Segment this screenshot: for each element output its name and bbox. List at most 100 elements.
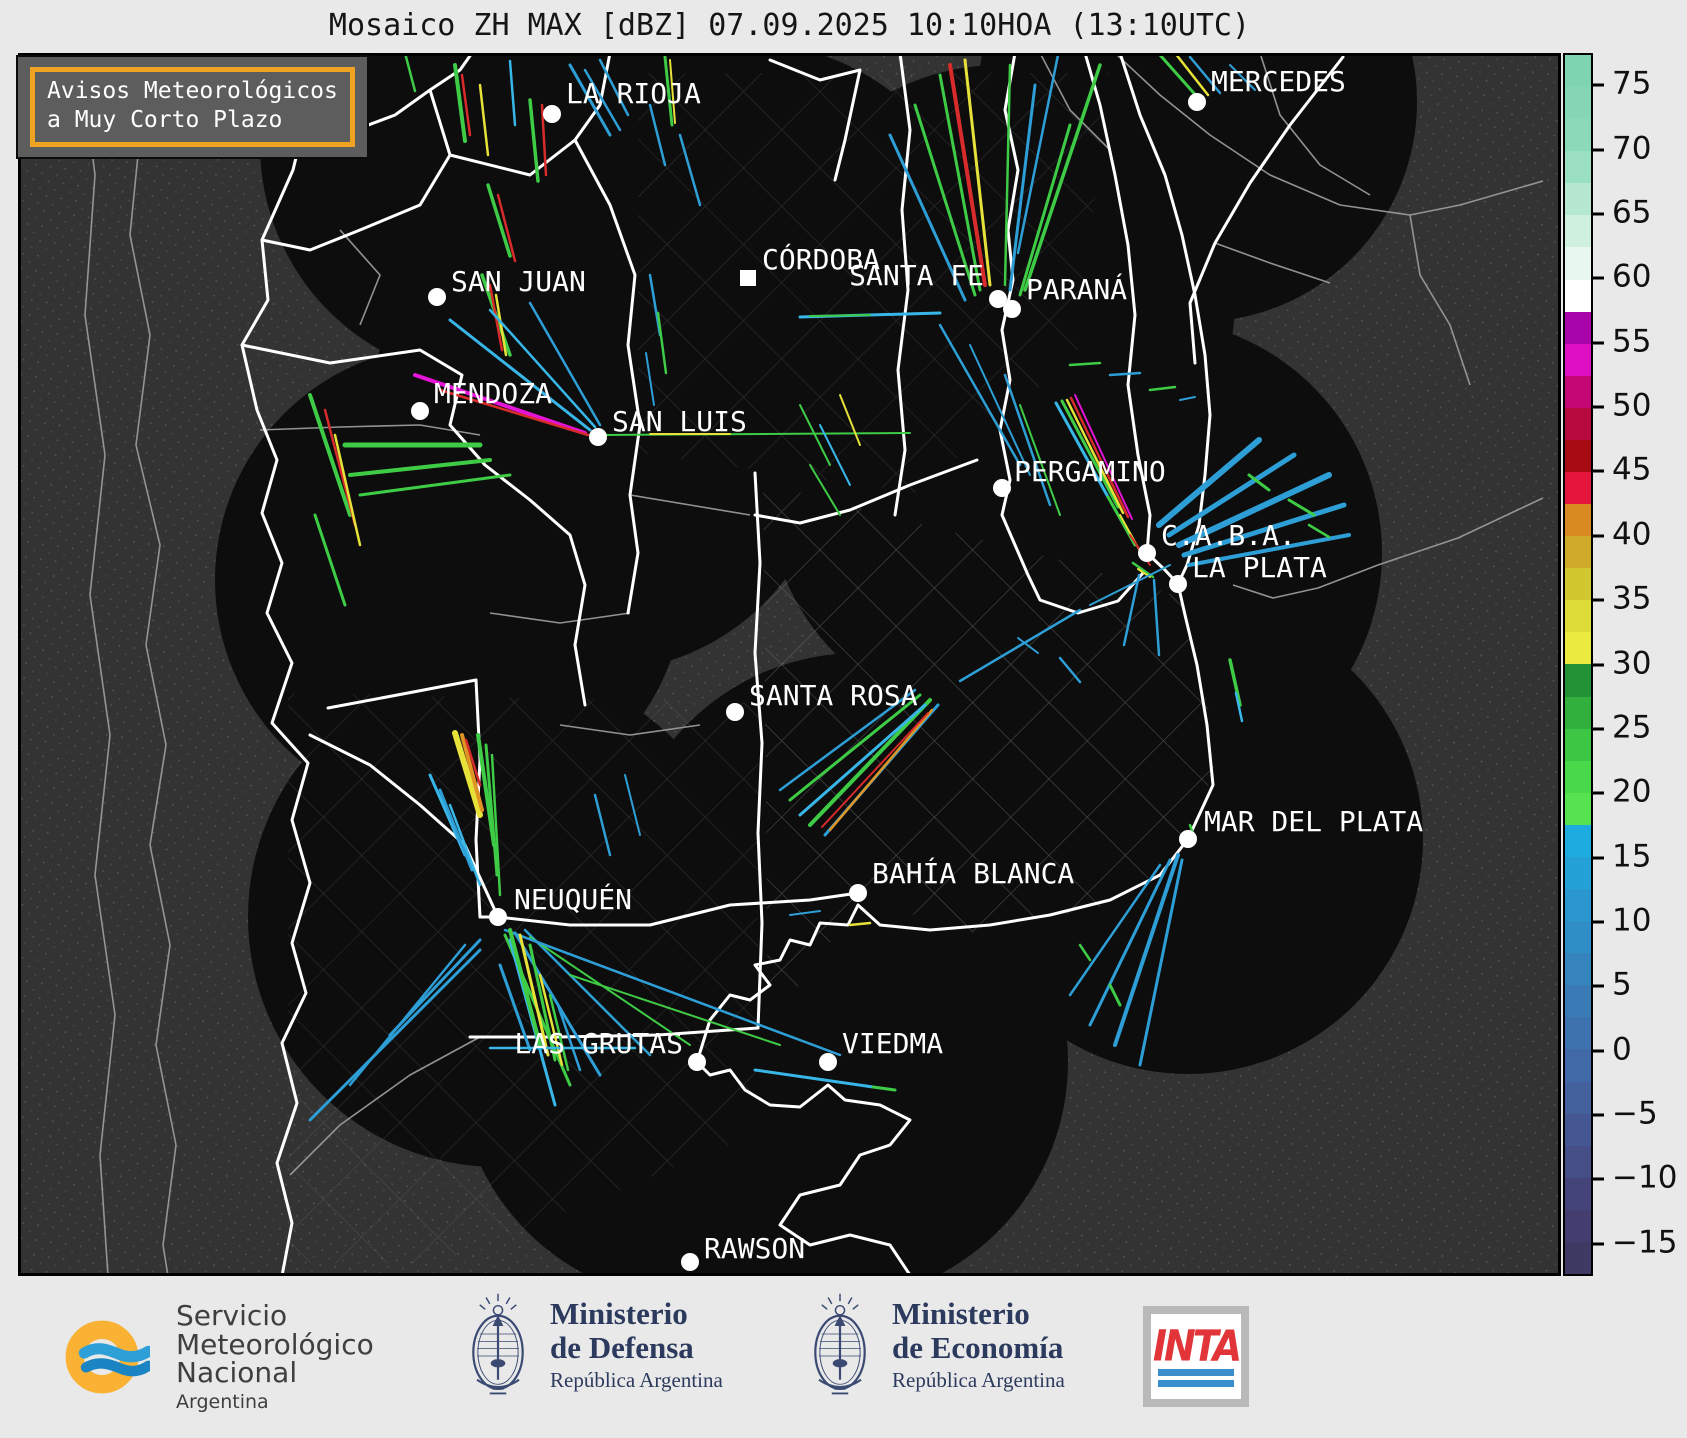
colorbar-segment — [1565, 536, 1591, 568]
tick-mark — [1593, 792, 1604, 795]
tick-mark — [1593, 727, 1604, 730]
colorbar-tick-label: 15 — [1612, 838, 1651, 874]
radar-product-page: Mosaico ZH MAX [dBZ] 07.09.2025 10:10HOA… — [0, 0, 1687, 1438]
colorbar-segment — [1565, 408, 1591, 440]
colorbar-tick-label: 75 — [1612, 66, 1651, 102]
colorbar-ticks: 757065605550454035302520151050−5−10−15 — [1593, 53, 1687, 1276]
city-marker — [411, 402, 429, 420]
colorbar-segment — [1565, 568, 1591, 600]
colorbar-segment — [1565, 119, 1591, 151]
city-label: PARANÁ — [1026, 272, 1127, 306]
colorbar-segment — [1565, 761, 1591, 793]
city-label: LAS GRUTAS — [514, 1027, 683, 1060]
wave-icon — [86, 1364, 148, 1372]
colorbar-segment — [1565, 1178, 1591, 1210]
defensa-wordmark: Ministerio de Defensa República Argentin… — [550, 1297, 723, 1392]
colorbar-segment — [1565, 953, 1591, 985]
city-label: VIEDMA — [842, 1027, 943, 1060]
map-canvas: LA RIOJAMERCEDESSAN JUANCÓRDOBASANTA FEP… — [18, 53, 1561, 1276]
inta-logo: INTA — [1143, 1306, 1249, 1407]
tick-mark — [1593, 277, 1604, 280]
city-marker — [1179, 830, 1197, 848]
city-label: LA RIOJA — [566, 77, 701, 110]
colorbar-segment — [1565, 280, 1591, 312]
economia-line1: Ministerio — [892, 1297, 1065, 1330]
colorbar-segment — [1565, 1049, 1591, 1081]
tick-mark — [1593, 470, 1604, 473]
colorbar-tick-label: 35 — [1612, 581, 1651, 617]
colorbar-tick-label: 20 — [1612, 774, 1651, 810]
colorbar-tick-label: 30 — [1612, 645, 1651, 681]
tick-mark — [1593, 148, 1604, 151]
city-marker — [428, 288, 446, 306]
colorbar-segment — [1565, 600, 1591, 632]
colorbar-tick-label: −10 — [1612, 1160, 1677, 1196]
colorbar-tick-label: −15 — [1612, 1224, 1677, 1260]
colorbar-segments — [1565, 55, 1591, 1274]
coat-of-arms-icon — [808, 1288, 872, 1402]
colorbar-segment — [1565, 151, 1591, 183]
colorbar-segment — [1565, 183, 1591, 215]
city-marker — [489, 908, 507, 926]
footer: Servicio Meteorológico Nacional Argentin… — [0, 1276, 1687, 1438]
colorbar-segment — [1565, 697, 1591, 729]
inta-logo-inner: INTA — [1151, 1314, 1241, 1399]
alert-line1: Avisos Meteorológicos — [47, 77, 338, 106]
colorbar-tick-label: 50 — [1612, 388, 1651, 424]
colorbar-tick-label: 10 — [1612, 903, 1651, 939]
defensa-logo: Ministerio de Defensa República Argentin… — [466, 1288, 723, 1402]
city-label: MENDOZA — [434, 377, 552, 410]
city-label: LA PLATA — [1192, 551, 1327, 584]
city-marker — [1169, 575, 1187, 593]
city-label: NEUQUÉN — [514, 882, 632, 916]
colorbar-tick-label: 25 — [1612, 709, 1651, 745]
inta-wordmark: INTA — [1153, 1324, 1239, 1367]
tick-mark — [1593, 599, 1604, 602]
city-label: RAWSON — [704, 1232, 805, 1265]
city-label: C.A.B.A. — [1161, 519, 1296, 552]
city-label: SAN JUAN — [451, 265, 586, 298]
city-marker — [1003, 300, 1021, 318]
city-marker — [1188, 93, 1206, 111]
tick-mark — [1593, 406, 1604, 409]
economia-line2: de Economía — [892, 1331, 1065, 1364]
colorbar-segment — [1565, 889, 1591, 921]
radar-map: LA RIOJAMERCEDESSAN JUANCÓRDOBASANTA FEP… — [18, 53, 1561, 1276]
smn-logo: Servicio Meteorológico Nacional Argentin… — [62, 1302, 374, 1413]
alert-box[interactable]: Avisos Meteorológicos a Muy Corto Plazo — [16, 55, 369, 159]
colorbar-segment — [1565, 312, 1591, 344]
colorbar-tick-label: 45 — [1612, 452, 1651, 488]
colorbar-segment — [1565, 632, 1591, 664]
colorbar-tick-label: 60 — [1612, 259, 1651, 295]
colorbar-segment — [1565, 1242, 1591, 1274]
city-marker — [688, 1053, 706, 1071]
economia-wordmark: Ministerio de Economía República Argenti… — [892, 1297, 1065, 1392]
defensa-sub: República Argentina — [550, 1368, 723, 1393]
colorbar-segment — [1565, 1114, 1591, 1146]
colorbar-segment — [1565, 1210, 1591, 1242]
city-label: BAHÍA BLANCA — [872, 856, 1074, 890]
alert-box-inner: Avisos Meteorológicos a Muy Corto Plazo — [30, 67, 355, 147]
colorbar-tick-label: 65 — [1612, 194, 1651, 230]
alert-line2: a Muy Corto Plazo — [47, 106, 338, 135]
economia-sub: República Argentina — [892, 1368, 1065, 1393]
colorbar-tick-label: 5 — [1612, 967, 1632, 1003]
city-marker — [681, 1253, 699, 1271]
smn-line4: Argentina — [176, 1391, 374, 1413]
defensa-line2: de Defensa — [550, 1331, 723, 1364]
colorbar-segment — [1565, 1146, 1591, 1178]
city-label: SANTA ROSA — [749, 679, 918, 712]
city-marker — [726, 703, 744, 721]
city-marker — [740, 270, 756, 286]
colorbar-segment — [1565, 1082, 1591, 1114]
echo-segment — [810, 315, 870, 316]
tick-mark — [1593, 212, 1604, 215]
smn-line1: Servicio — [176, 1302, 374, 1331]
city-marker — [819, 1053, 837, 1071]
colorbar-tick-label: −5 — [1612, 1096, 1658, 1132]
economia-logo: Ministerio de Economía República Argenti… — [808, 1288, 1065, 1402]
tick-mark — [1593, 84, 1604, 87]
colorbar-segment — [1565, 376, 1591, 408]
colorbar-segment — [1565, 247, 1591, 279]
tick-mark — [1593, 920, 1604, 923]
